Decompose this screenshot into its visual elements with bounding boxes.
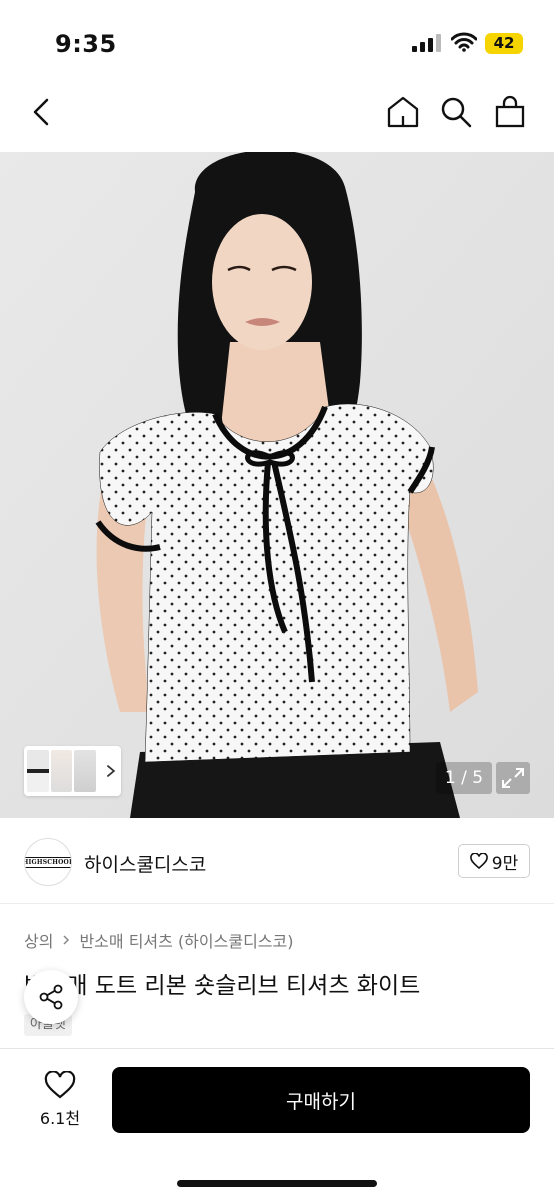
thumbnail-image[interactable] <box>50 750 73 792</box>
product-title: 반소매 도트 리본 숏슬리브 티셔츠 화이트 <box>24 973 421 999</box>
wishlist-button[interactable]: 6.1천 <box>34 1070 86 1131</box>
breadcrumb-subcategory[interactable]: 반소매 티셔츠 (하이스쿨디스코) <box>79 928 293 952</box>
home-indicator <box>177 1180 377 1187</box>
thumbnail-strip[interactable] <box>24 746 121 796</box>
seller-name[interactable]: 하이스쿨디스코 <box>84 850 206 877</box>
wishlist-count: 6.1천 <box>39 1109 81 1128</box>
thumbnail-image[interactable] <box>27 750 49 792</box>
chevron-right-icon <box>63 935 70 945</box>
breadcrumb: 상의 반소매 티셔츠 (하이스쿨디스코) <box>24 928 293 952</box>
top-nav <box>0 82 554 152</box>
wifi-icon <box>451 32 477 52</box>
status-time: 9:35 <box>55 30 117 58</box>
expand-icon[interactable] <box>496 762 530 794</box>
search-icon[interactable] <box>438 94 474 130</box>
share-icon <box>39 984 63 1010</box>
status-bar: 9:35 42 <box>0 0 554 82</box>
seller-like-button[interactable]: 9만 <box>458 844 530 878</box>
breadcrumb-category[interactable]: 상의 <box>24 928 53 952</box>
share-button[interactable] <box>24 970 78 1024</box>
chevron-left-icon[interactable] <box>24 94 60 130</box>
product-photo <box>0 152 554 818</box>
seller-avatar[interactable]: HIGHSCHOOL <box>24 838 72 886</box>
battery-level: 42 <box>485 33 523 54</box>
seller-section: HIGHSCHOOL 하이스쿨디스코 9만 <box>0 818 554 904</box>
shopping-bag-icon[interactable] <box>492 94 528 130</box>
seller-like-count: 9만 <box>491 853 519 874</box>
product-image-gallery[interactable]: 1 / 5 <box>0 152 554 818</box>
image-counter: 1 / 5 <box>436 762 492 794</box>
chevron-right-icon <box>107 765 116 777</box>
bottom-action-bar: 6.1천 구매하기 <box>0 1048 554 1200</box>
cellular-signal-icon <box>412 34 441 52</box>
seller-logo: HIGHSCHOOL <box>25 856 71 868</box>
buy-button[interactable]: 구매하기 <box>112 1067 530 1133</box>
thumbnail-image[interactable] <box>74 750 97 792</box>
heart-icon <box>44 1070 76 1099</box>
home-icon[interactable] <box>385 94 421 130</box>
heart-icon <box>469 853 488 869</box>
